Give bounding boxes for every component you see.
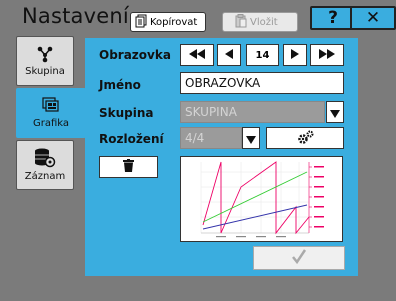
copy-icon: [135, 14, 147, 31]
sidebar-item-grafika[interactable]: Grafika: [16, 88, 86, 138]
next-page-button[interactable]: [283, 44, 307, 66]
sidebar-item-skupina[interactable]: Skupina: [16, 36, 74, 86]
copy-button[interactable]: Kopírovat: [130, 12, 206, 32]
layout-dropdown-button[interactable]: [242, 127, 260, 149]
sidebar-item-label: Skupina: [25, 66, 65, 77]
group-dropdown-button[interactable]: [326, 101, 344, 123]
last-page-button[interactable]: [310, 44, 344, 66]
double-right-icon: [319, 48, 335, 62]
layout-select[interactable]: 4/4: [180, 127, 242, 149]
chevron-down-icon: [246, 129, 256, 148]
layout-preview-chart: [180, 156, 343, 242]
prev-page-button[interactable]: [217, 44, 241, 66]
sidebar-item-label: Záznam: [24, 171, 66, 182]
database-gear-icon: [34, 148, 56, 171]
network-icon: [35, 45, 55, 66]
right-icon: [291, 48, 299, 62]
paste-icon: [235, 13, 247, 31]
help-icon: ?: [328, 8, 338, 28]
group-label: Skupina: [99, 106, 154, 120]
page-title: Nastavení: [22, 4, 129, 28]
paste-button[interactable]: Vložit: [222, 12, 298, 32]
settings-button[interactable]: [266, 127, 344, 149]
paste-label: Vložit: [250, 16, 278, 28]
name-input[interactable]: OBRAZOVKA: [180, 72, 344, 94]
name-label: Jméno: [99, 78, 141, 92]
group-select[interactable]: SKUPINA: [180, 101, 325, 123]
check-icon: [291, 248, 307, 269]
screen-icon: [41, 97, 61, 118]
gears-icon: [295, 130, 315, 147]
first-page-button[interactable]: [180, 44, 214, 66]
layout-label: Rozložení: [99, 132, 164, 146]
copy-label: Kopírovat: [150, 16, 198, 28]
confirm-button[interactable]: [253, 246, 345, 270]
left-icon: [225, 48, 233, 62]
sidebar-item-label: Grafika: [32, 118, 70, 129]
double-left-icon: [189, 48, 205, 62]
trash-icon: [123, 159, 134, 175]
sidebar-item-zaznam[interactable]: Záznam: [16, 140, 74, 190]
close-icon: ✕: [365, 8, 381, 28]
close-button[interactable]: ✕: [350, 6, 396, 30]
screen-label: Obrazovka: [99, 48, 171, 62]
screen-number-field[interactable]: 14: [246, 44, 279, 66]
delete-button[interactable]: [99, 156, 158, 178]
chevron-down-icon: [330, 103, 340, 122]
